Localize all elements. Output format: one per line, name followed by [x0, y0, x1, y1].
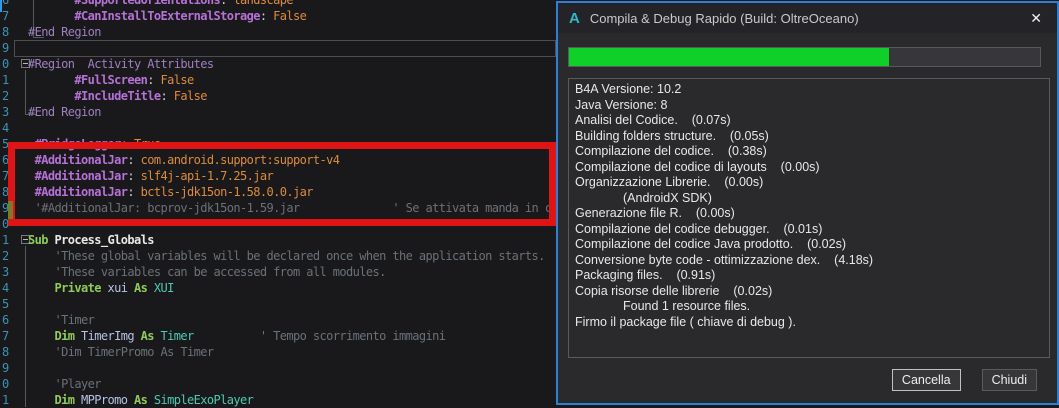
code-text: #FullScreen: False [28, 72, 194, 88]
code-text: #End Region [28, 24, 101, 40]
log-line: Analisi del Codice. (0.07s) [575, 113, 1043, 129]
code-text: 'These variables can be accessed from al… [28, 264, 386, 280]
line-number: 1 [2, 72, 9, 88]
b4a-logo-icon: A [569, 10, 580, 27]
log-line: Java Versione: 8 [575, 98, 1043, 114]
code-text: 'Dim TimerPromo As Timer [28, 344, 214, 360]
line-number: 8 [2, 24, 9, 40]
line-number: 6 [2, 0, 9, 8]
code-text: Dim TimerImg As Timer ' Tempo scorriment… [28, 328, 445, 344]
line-number: 1 [2, 232, 9, 248]
log-line: Compilazione del codice Java prodotto. (… [575, 237, 1043, 253]
log-line: Firmo il package file ( chiave di debug … [575, 315, 1043, 331]
line-number: 7 [2, 8, 9, 24]
compile-log[interactable]: B4A Versione: 10.2Java Versione: 8Analis… [568, 78, 1050, 358]
log-line: Copia risorse delle librerie (0.02s) [575, 284, 1043, 300]
compile-progressbar [568, 47, 1041, 67]
code-text: 'These global variables will be declared… [28, 248, 545, 264]
line-number: 2 [2, 248, 9, 264]
line-number: 6 [2, 312, 9, 328]
dialog-titlebar[interactable]: A Compila & Debug Rapido (Build: OltreOc… [558, 3, 1057, 33]
code-text: #SupportedOrientations: landscape [28, 0, 293, 8]
log-line: Compilazione del codice debugger. (0.01s… [575, 222, 1043, 238]
log-line: Conversione byte code - ottimizzazione d… [575, 253, 1043, 269]
dialog-button-row: Cancella Chiudi [892, 369, 1037, 391]
progressbar-fill [569, 48, 889, 66]
code-text: Sub Process_Globals [28, 232, 154, 248]
line-number: 7 [2, 328, 9, 344]
line-number: 0 [2, 376, 9, 392]
log-line: Compilazione del codice. (0.38s) [575, 144, 1043, 160]
line-number: 9 [2, 40, 9, 56]
code-text: Private xui As XUI [28, 280, 174, 296]
code-text: #CanInstallToExternalStorage: False [28, 8, 306, 24]
dialog-title: Compila & Debug Rapido (Build: OltreOcea… [590, 11, 859, 26]
close-icon[interactable]: ✕ [1030, 10, 1042, 27]
log-line: B4A Versione: 10.2 [575, 82, 1043, 98]
line-number: 4 [2, 280, 9, 296]
line-number: 3 [2, 264, 9, 280]
code-text: 'Player [28, 376, 101, 392]
cancel-button[interactable]: Cancella [892, 369, 961, 391]
log-line: Compilazione del codice di layouts (0.00… [575, 160, 1043, 176]
log-line: Generazione file R. (0.00s) [575, 206, 1043, 222]
line-number: 4 [2, 120, 9, 136]
log-line: Packaging files. (0.91s) [575, 268, 1043, 284]
line-number: 2 [2, 88, 9, 104]
line-number: 5 [2, 296, 9, 312]
line-number: 1 [2, 392, 9, 408]
log-line: (AndroidX SDK) [575, 191, 1043, 207]
log-line: Organizzazione Librerie. (0.00s) [575, 175, 1043, 191]
red-highlight-rectangle [8, 142, 556, 226]
log-line: Building folders structure. (0.05s) [575, 129, 1043, 145]
line-number: 3 [2, 104, 9, 120]
line-number: 9 [2, 360, 9, 376]
code-text: #End Region [28, 104, 101, 120]
line-number: 0 [2, 56, 9, 72]
compile-debug-dialog: A Compila & Debug Rapido (Build: OltreOc… [556, 1, 1059, 405]
gutter-change-marker [8, 201, 13, 219]
log-line: Found 1 resource files. [575, 299, 1043, 315]
line-number: 8 [2, 344, 9, 360]
close-button[interactable]: Chiudi [982, 369, 1037, 391]
code-text: #Region Activity Attributes [28, 56, 214, 72]
code-text: 'Timer [28, 312, 94, 328]
code-text: Dim MPPromo As SimpleExoPlayer [28, 392, 253, 408]
code-text: #IncludeTitle: False [28, 88, 207, 104]
